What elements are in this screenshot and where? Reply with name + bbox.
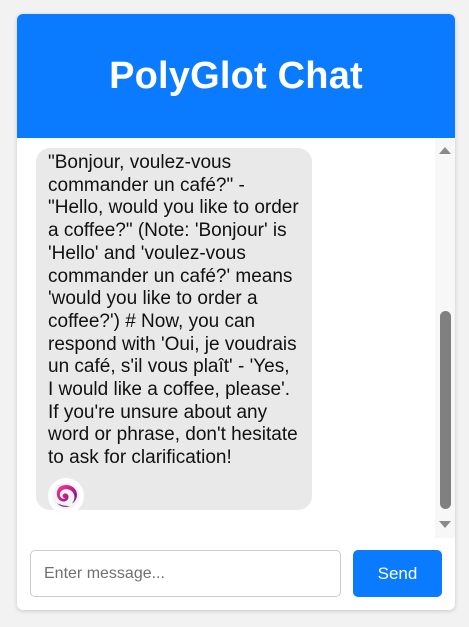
message-list[interactable]: "Bonjour, voulez-vous commander un café?… — [17, 138, 455, 538]
message-composer: Send — [17, 538, 455, 610]
swirl-logo-icon-graphic — [52, 482, 80, 510]
scroll-down-arrow-icon[interactable] — [439, 521, 451, 528]
swirl-logo-icon — [48, 478, 84, 514]
chat-header: PolyGlot Chat — [17, 14, 455, 138]
bot-message-bubble: "Bonjour, voulez-vous commander un café?… — [36, 148, 312, 514]
scroll-up-arrow-icon[interactable] — [439, 147, 451, 154]
message-scrollbar[interactable] — [435, 138, 455, 538]
message-input[interactable] — [30, 550, 341, 597]
scrollbar-thumb[interactable] — [440, 311, 451, 509]
app-title: PolyGlot Chat — [109, 54, 363, 97]
chat-window: PolyGlot Chat "Bonjour, voulez-vous comm… — [17, 14, 455, 610]
send-button[interactable]: Send — [353, 550, 442, 597]
bot-message-text: "Bonjour, voulez-vous commander un café?… — [48, 152, 299, 469]
